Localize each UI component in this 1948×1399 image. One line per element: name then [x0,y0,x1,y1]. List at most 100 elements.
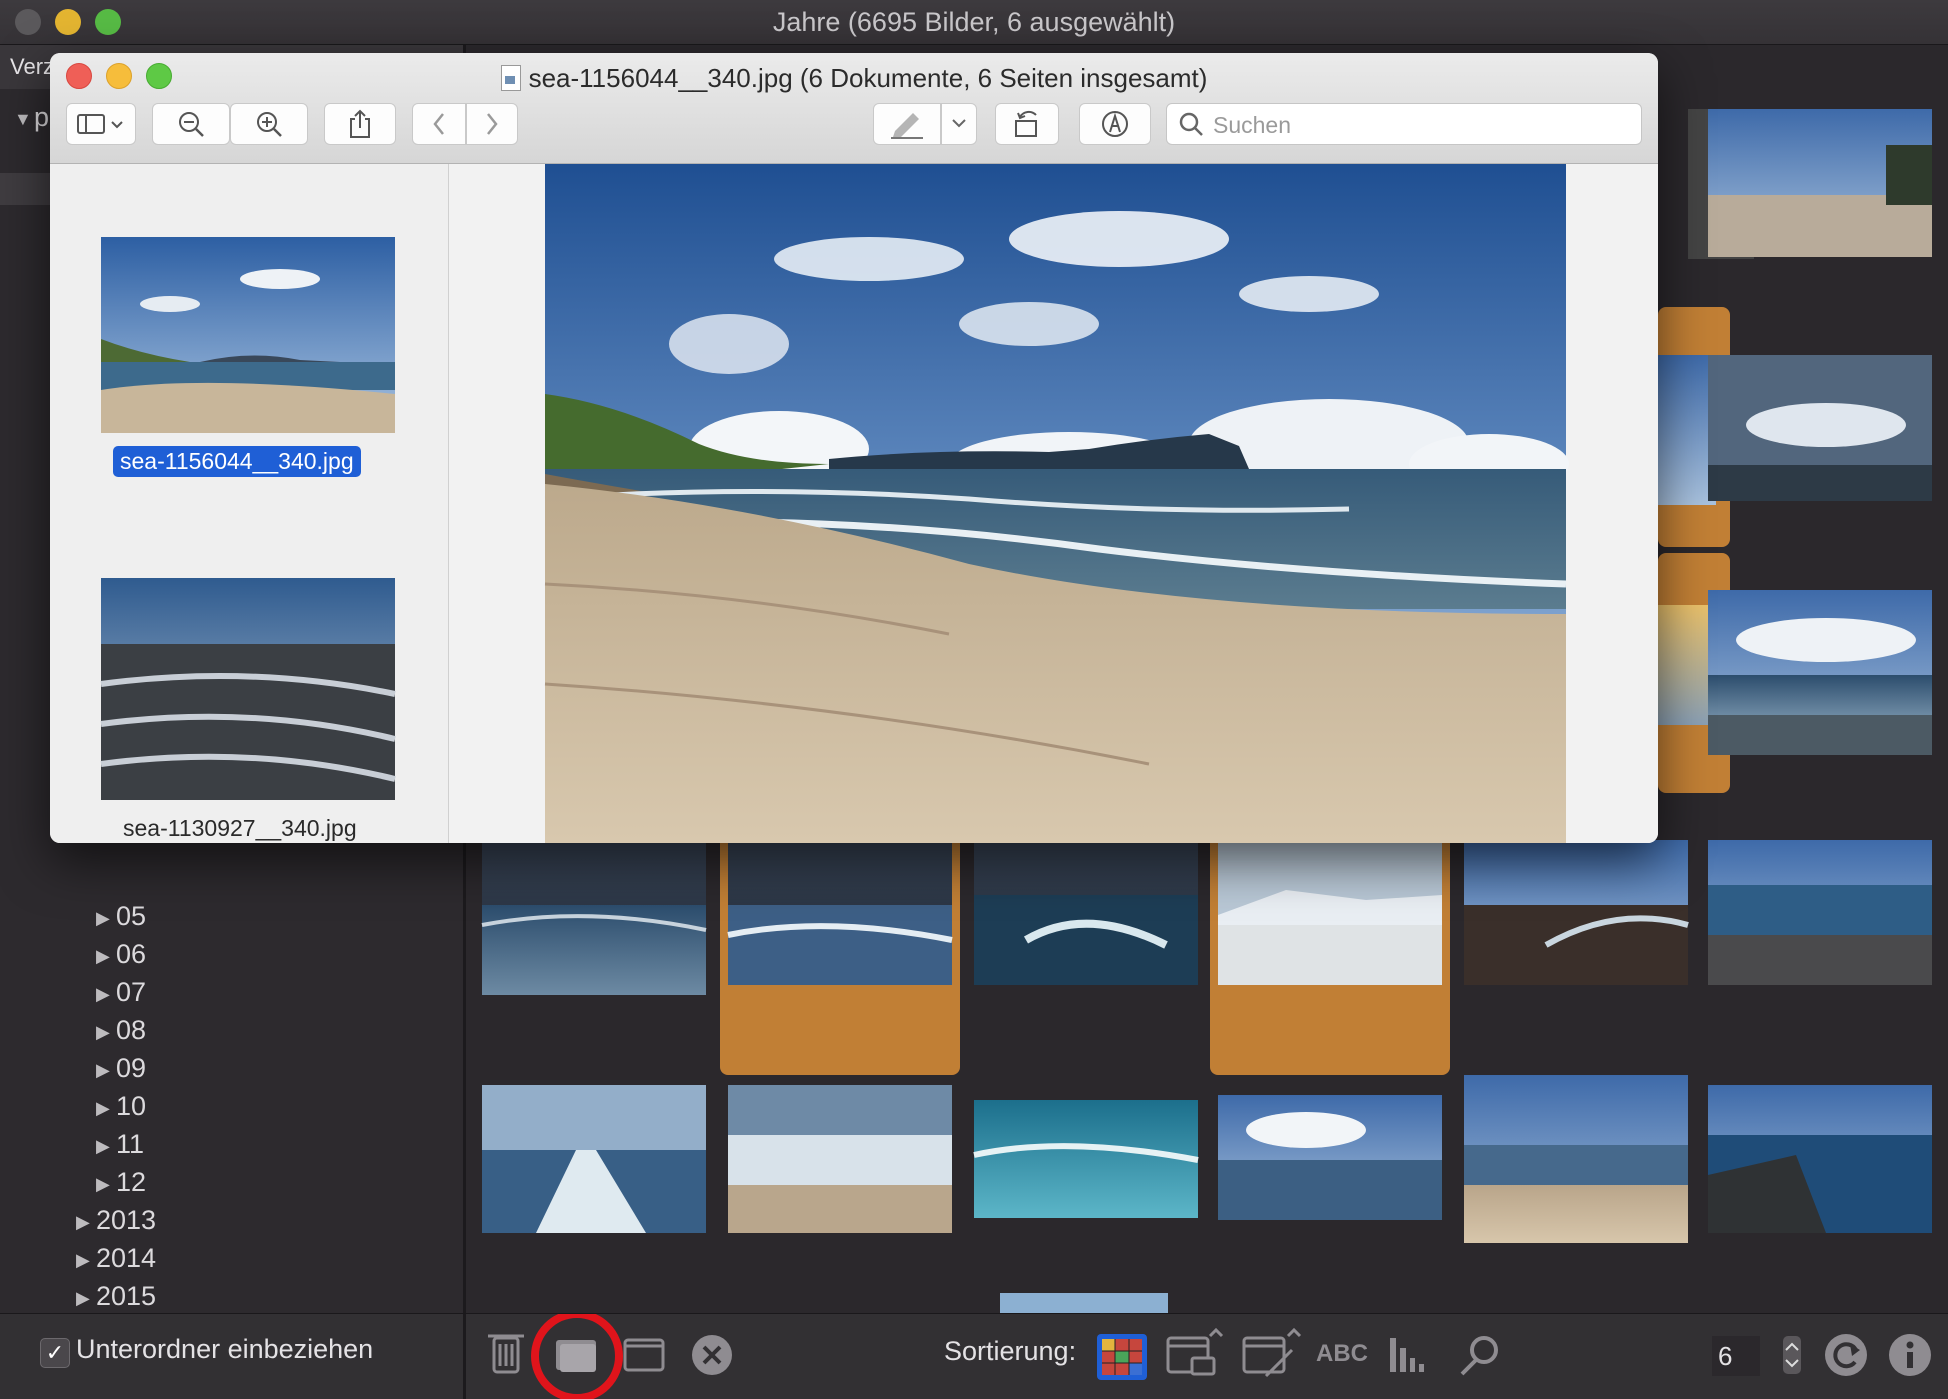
tree-year-row[interactable]: ▶ 2013 [76,1202,156,1238]
sidebar-toggle-button[interactable] [66,103,136,145]
preview-window: sea-1156044__340.jpg (6 Dokumente, 6 Sei… [50,53,1658,843]
disclosure-right-icon[interactable]: ▶ [96,900,116,936]
tree-month-label: 07 [116,977,147,1007]
disclosure-right-icon[interactable]: ▶ [76,1242,96,1278]
tree-month-label: 08 [116,1015,147,1045]
sort-label: Sortierung: [944,1336,1077,1366]
tree-month-row[interactable]: ▶ 12 [96,1164,146,1200]
tree-month-row[interactable]: ▶ 11 [96,1126,144,1162]
tree-month-row[interactable]: ▶ 05 [96,898,146,934]
thumb-row5-4[interactable] [1218,1095,1442,1220]
search-field-icon [1179,112,1203,136]
page-caption[interactable]: sea-1130927__340.jpg [123,815,357,842]
rotate-button[interactable] [995,103,1059,145]
tree-month-row[interactable]: ▶ 07 [96,974,146,1010]
rotate-icon [1015,110,1037,137]
thumb-row4-1[interactable] [481,840,707,995]
previous-page-button[interactable] [412,103,466,145]
thumb-row5-2[interactable] [728,1085,952,1233]
next-page-button[interactable] [466,103,518,145]
count-field[interactable]: 6 [1712,1336,1760,1376]
chevron-right-icon [487,113,498,135]
tree-month-label: 06 [116,939,147,969]
document-icon [500,65,521,91]
thumb-row4-5[interactable] [1464,840,1689,985]
disclosure-right-icon[interactable]: ▶ [96,976,116,1012]
page-caption-selected[interactable]: sea-1156044__340.jpg [113,446,361,477]
tree-root-row[interactable]: ▼p [14,99,49,135]
chevron-left-icon [433,113,444,135]
thumb-r2[interactable] [1708,355,1932,501]
tree-year-row[interactable]: ▶ 2015 [76,1278,156,1314]
thumb-row5-5[interactable] [1464,1075,1688,1243]
page-thumbnail-1[interactable] [101,237,395,433]
tree-month-label: 05 [116,901,147,931]
thumb-row5-3[interactable] [973,1100,1199,1218]
info-icon[interactable] [1889,1334,1931,1376]
disclosure-right-icon[interactable]: ▶ [76,1204,96,1240]
trash-icon[interactable] [488,1334,524,1374]
sort-size-icon[interactable] [1390,1338,1424,1372]
sort-name-button[interactable]: ABC [1316,1340,1368,1368]
chevron-down-icon [952,119,966,128]
disclosure-right-icon[interactable]: ▶ [96,938,116,974]
thumb-r1[interactable] [1708,109,1932,257]
tree-year-row[interactable]: ▶ 2014 [76,1240,156,1276]
preview-search-input[interactable] [1211,108,1635,142]
thumb-row4-2[interactable] [727,840,953,985]
tree-month-label: 11 [116,1129,145,1159]
thumb-r3[interactable] [1708,590,1932,755]
share-button[interactable] [324,103,396,145]
page-thumbnail-2[interactable] [100,578,396,800]
single-view-icon[interactable] [623,1338,665,1372]
annotate-button[interactable] [1079,103,1151,145]
preview-image [544,164,1569,843]
thumb-partial-2[interactable] [1658,355,1716,505]
preview-stack-icon[interactable] [556,1340,596,1372]
thumb-row5-6[interactable] [1708,1085,1932,1233]
tree-month-row[interactable]: ▶ 08 [96,1012,146,1048]
zoom-in-button[interactable] [230,103,308,145]
tree-month-label: 10 [116,1091,147,1121]
window-title: Jahre (6695 Bilder, 6 ausgewählt) [772,7,1176,37]
preview-titlebar: sea-1156044__340.jpg (6 Dokumente, 6 Sei… [50,53,1658,164]
thumb-row4-6[interactable] [1708,840,1932,985]
disclosure-right-icon[interactable]: ▶ [96,1090,116,1126]
tree-year-label: 2014 [96,1243,157,1273]
thumb-partial-3[interactable] [1658,605,1716,725]
preview-title: sea-1156044__340.jpg (6 Dokumente, 6 Sei… [50,59,1658,97]
tree-month-row[interactable]: ▶ 10 [96,1088,146,1124]
zoom-out-icon [179,112,204,137]
refresh-icon[interactable] [1825,1334,1867,1376]
markup-menu-button[interactable] [941,103,977,145]
preview-image-area[interactable] [449,164,1658,843]
zoom-out-button[interactable] [152,103,230,145]
page-thumbnails [100,237,396,800]
sort-date-taken-icon[interactable] [1166,1327,1224,1376]
markup-button[interactable] [873,103,941,145]
disclosure-down-icon[interactable]: ▼ [14,101,34,137]
count-stepper[interactable] [1783,1336,1801,1374]
thumb-row5-1[interactable] [482,1085,706,1233]
sort-color-button[interactable] [1097,1334,1147,1380]
preview-page-sidebar: sea-1156044__340.jpg sea-1130927__340.jp… [50,164,449,843]
sort-date-modified-icon[interactable] [1242,1327,1302,1378]
thumb-row4-3[interactable] [974,840,1198,985]
sidebar-toggle-icon [77,114,123,134]
close-circle-icon[interactable] [692,1335,732,1375]
main-titlebar: Jahre (6695 Bilder, 6 ausgewählt) [0,0,1948,45]
thumb-row4-4[interactable] [1218,840,1442,985]
tree-month-label: 12 [116,1167,147,1197]
tree-month-row[interactable]: ▶ 06 [96,936,146,972]
search-icon[interactable] [1460,1336,1498,1376]
tree-month-row[interactable]: ▶ 09 [96,1050,146,1086]
tree-year-label: 2013 [96,1205,157,1235]
disclosure-right-icon[interactable]: ▶ [96,1128,116,1164]
disclosure-right-icon[interactable]: ▶ [96,1166,116,1202]
zoom-in-icon [257,112,282,137]
preview-search-field[interactable] [1166,103,1642,145]
thumb-row6-partial[interactable] [1000,1293,1168,1313]
disclosure-right-icon[interactable]: ▶ [96,1052,116,1088]
disclosure-right-icon[interactable]: ▶ [76,1280,96,1316]
disclosure-right-icon[interactable]: ▶ [96,1014,116,1050]
